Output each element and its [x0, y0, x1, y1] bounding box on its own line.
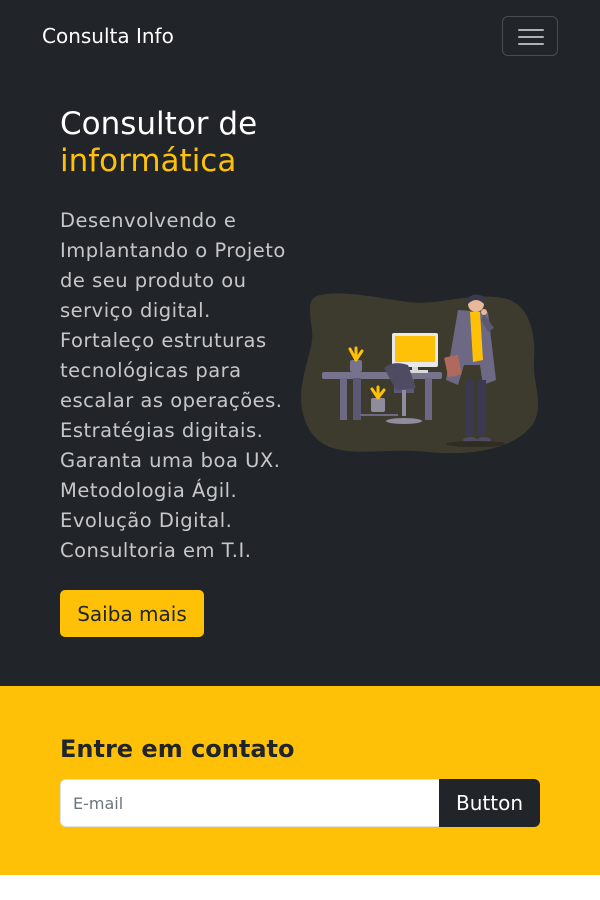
hero-description: Desenvolvendo e Implantando o Projeto de…	[60, 209, 286, 562]
brand-link[interactable]: Consulta Info	[42, 24, 174, 48]
hero-title: Consultor de informática	[60, 106, 380, 180]
consultant-at-desk-illustration	[301, 293, 539, 454]
navbar: Consulta Info	[0, 0, 600, 72]
hero-title-line1: Consultor de	[60, 106, 258, 142]
saiba-mais-button[interactable]: Saiba mais	[60, 590, 204, 637]
contact-title: Entre em contato	[60, 735, 295, 763]
navbar-toggler-button[interactable]	[502, 16, 558, 56]
contact-section: Entre em contato Button	[0, 686, 600, 875]
hero-section: Consultor de informática Desenvolvendo e…	[0, 72, 600, 686]
hero-title-accent: informática	[60, 143, 237, 179]
contact-submit-button[interactable]: Button	[439, 779, 540, 827]
email-input[interactable]	[60, 779, 440, 827]
